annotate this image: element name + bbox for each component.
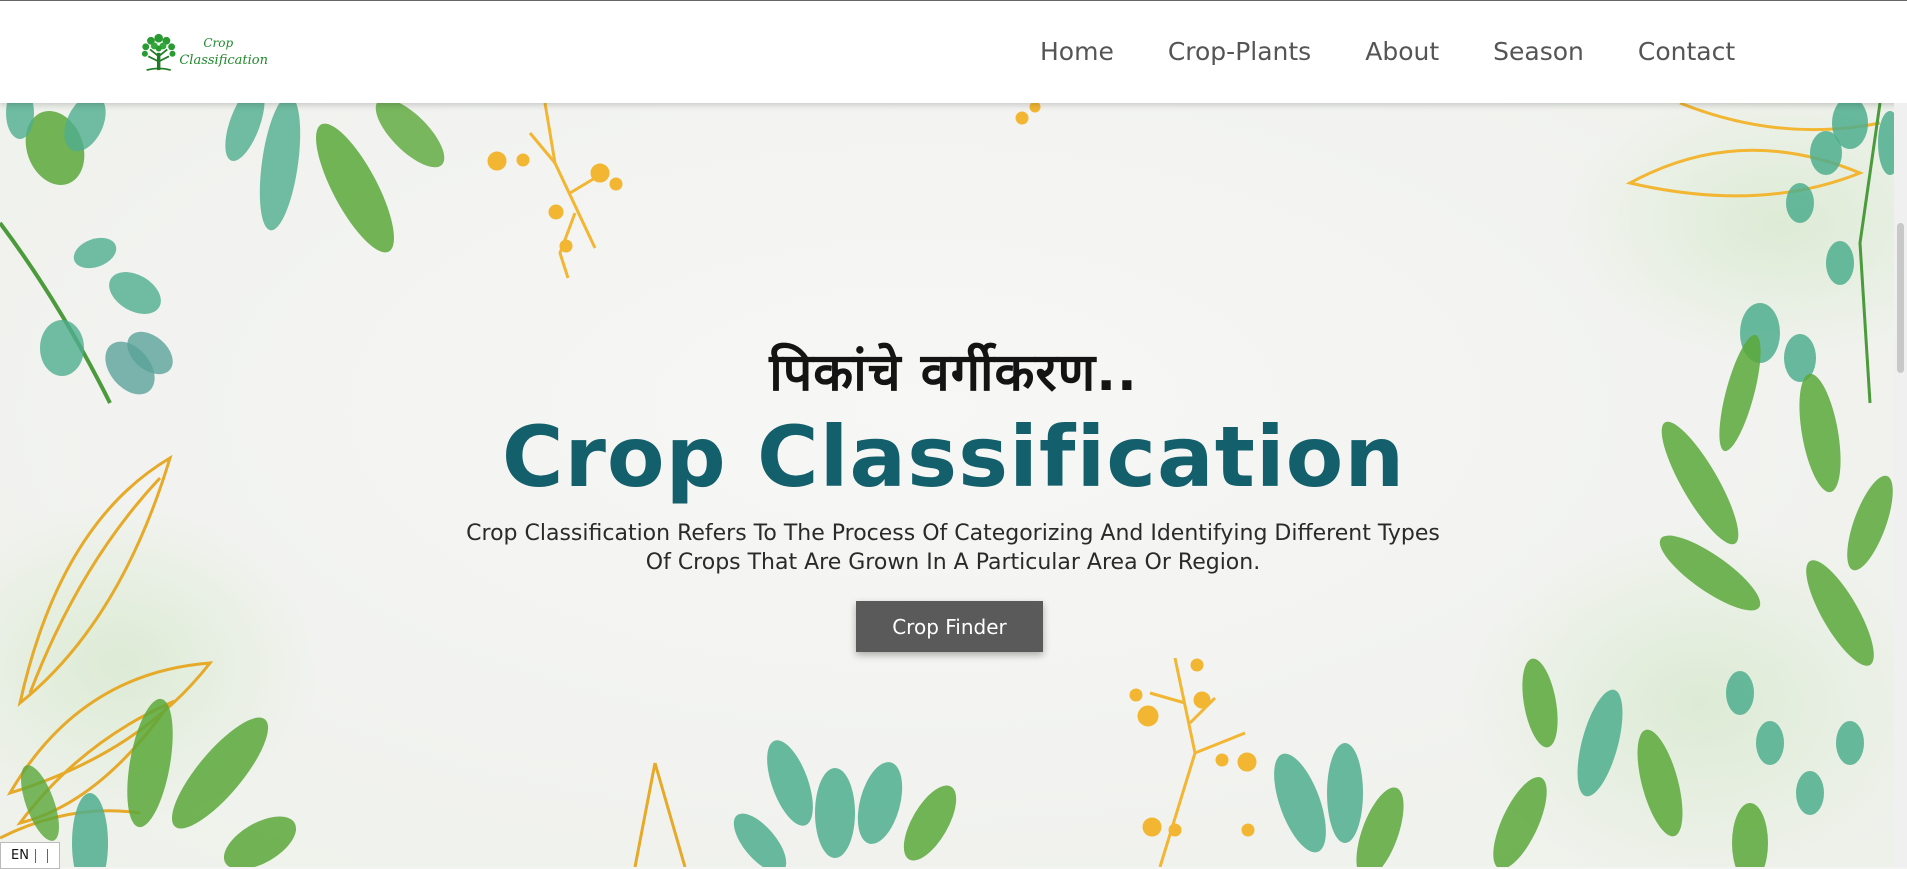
hero-title: Crop Classification bbox=[501, 408, 1406, 506]
scrollbar-thumb[interactable] bbox=[1897, 223, 1904, 373]
nav-about[interactable]: About bbox=[1365, 37, 1439, 66]
site-logo[interactable]: Crop Classification bbox=[138, 25, 268, 79]
hero-description: Crop Classification Refers To The Proces… bbox=[466, 521, 1440, 575]
nav-home[interactable]: Home bbox=[1040, 37, 1114, 66]
logo-text-line2: Classification bbox=[179, 53, 268, 68]
hero-subtitle-marathi: पिकांचे वर्गीकरण.. bbox=[769, 343, 1138, 403]
nav-crop-plants[interactable]: Crop-Plants bbox=[1168, 37, 1311, 66]
logo-text-line1: Crop bbox=[203, 36, 234, 50]
crop-finder-button[interactable]: Crop Finder bbox=[856, 601, 1043, 652]
language-label: EN bbox=[11, 848, 29, 863]
top-navbar: Crop Classification Home Crop-Plants Abo… bbox=[0, 1, 1907, 103]
page-scrollbar[interactable] bbox=[1894, 103, 1907, 867]
language-indicator[interactable]: EN bbox=[0, 842, 60, 869]
tree-logo-icon bbox=[141, 33, 176, 71]
nav-contact[interactable]: Contact bbox=[1638, 37, 1735, 66]
keyboard-icon bbox=[34, 848, 48, 863]
hero-content: पिकांचे वर्गीकरण.. Crop Classification C… bbox=[0, 103, 1907, 867]
main-nav: Home Crop-Plants About Season Contact bbox=[1040, 37, 1735, 66]
hero-section: पिकांचे वर्गीकरण.. Crop Classification C… bbox=[0, 103, 1907, 867]
nav-season[interactable]: Season bbox=[1493, 37, 1584, 66]
logo-text: Crop Classification bbox=[179, 35, 268, 69]
